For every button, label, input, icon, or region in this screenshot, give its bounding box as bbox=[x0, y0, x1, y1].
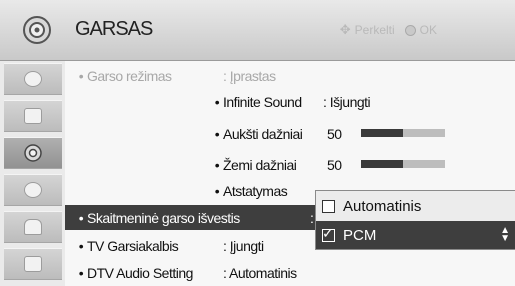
digital-audio-out-value: : bbox=[310, 209, 314, 226]
dropdown-option-label: PCM bbox=[343, 226, 377, 244]
dropdown-option-pcm[interactable]: ✓ PCM ▲ ▼ bbox=[316, 221, 515, 249]
sidebar-tab-option[interactable] bbox=[4, 248, 62, 280]
sidebar-tab-picture[interactable] bbox=[4, 63, 62, 95]
speaker-icon bbox=[23, 16, 51, 44]
menu-row-dtv-audio[interactable]: • DTV Audio Setting : Automatinis bbox=[65, 260, 515, 285]
move-hint-label: Perkelti bbox=[354, 23, 395, 37]
menu-row-sound-mode[interactable]: • Garso režimas : Įprastas bbox=[65, 63, 515, 88]
menu-list: • Garso režimas : Įprastas • Infinite Soun… bbox=[65, 61, 515, 286]
audio-settings-screen: GARSAS ✥ Perkelti OK • Garso režimas: Į… bbox=[0, 0, 515, 286]
lock-icon bbox=[24, 219, 42, 235]
sidebar-tab-lock[interactable] bbox=[4, 211, 62, 243]
treble-label: • Aukšti dažniai bbox=[214, 125, 303, 142]
navigation-hint: ✥ Perkelti OK bbox=[340, 22, 437, 38]
digital-audio-out-label: • Skaitmeninė garso išvestis bbox=[78, 209, 240, 226]
treble-slider[interactable] bbox=[361, 129, 445, 137]
sound-mode-value: : Įprastas bbox=[223, 67, 276, 84]
checked-checkbox-icon: ✓ bbox=[322, 224, 335, 242]
ok-hint-label: OK bbox=[419, 23, 437, 37]
dtv-audio-label: • DTV Audio Setting bbox=[78, 264, 194, 281]
bass-slider[interactable] bbox=[361, 160, 445, 168]
ok-button-icon bbox=[404, 24, 416, 36]
audio-icon bbox=[24, 144, 42, 162]
sound-mode-label: • Garso režimas bbox=[78, 67, 172, 84]
clock-icon bbox=[24, 182, 42, 198]
treble-slider-fill bbox=[361, 129, 403, 137]
dtv-audio-value: : Automatinis bbox=[223, 264, 297, 281]
picture-icon bbox=[24, 71, 42, 87]
tv-speaker-value: : Įjungti bbox=[223, 237, 264, 254]
option-icon bbox=[24, 256, 42, 272]
bass-label: • Žemi dažniai bbox=[214, 156, 297, 173]
page-title: GARSAS bbox=[75, 18, 153, 40]
bass-value: 50 bbox=[327, 156, 342, 173]
checkbox-icon bbox=[322, 199, 335, 213]
menu-header: GARSAS ✥ Perkelti OK bbox=[0, 0, 515, 61]
reset-label: • Atstatymas bbox=[214, 182, 288, 199]
sidebar-tab-time[interactable] bbox=[4, 174, 62, 206]
category-sidebar bbox=[0, 61, 65, 286]
menu-row-infinite-sound[interactable]: • Infinite Sound : Išjungti bbox=[65, 89, 515, 114]
sidebar-tab-screen[interactable] bbox=[4, 100, 62, 132]
menu-row-bass[interactable]: • Žemi dažniai 50 bbox=[65, 152, 515, 177]
menu-row-treble[interactable]: • Aukšti dažniai 50 bbox=[65, 121, 515, 146]
treble-value: 50 bbox=[327, 125, 342, 142]
digital-audio-out-dropdown[interactable]: Automatinis ✓ PCM ▲ ▼ bbox=[315, 190, 515, 250]
sidebar-tab-audio[interactable] bbox=[4, 137, 62, 169]
dropdown-option-label: Automatinis bbox=[343, 197, 422, 215]
move-arrows-icon: ✥ bbox=[339, 22, 351, 37]
bass-slider-fill bbox=[361, 160, 403, 168]
infinite-sound-value: : Išjungti bbox=[323, 93, 371, 110]
screen-icon bbox=[24, 108, 42, 124]
infinite-sound-label: • Infinite Sound bbox=[214, 93, 302, 110]
dropdown-option-automatic[interactable]: Automatinis bbox=[316, 192, 515, 220]
up-down-arrows-icon: ▲ ▼ bbox=[500, 225, 510, 244]
tv-speaker-label: • TV Garsiakalbis bbox=[78, 237, 179, 254]
